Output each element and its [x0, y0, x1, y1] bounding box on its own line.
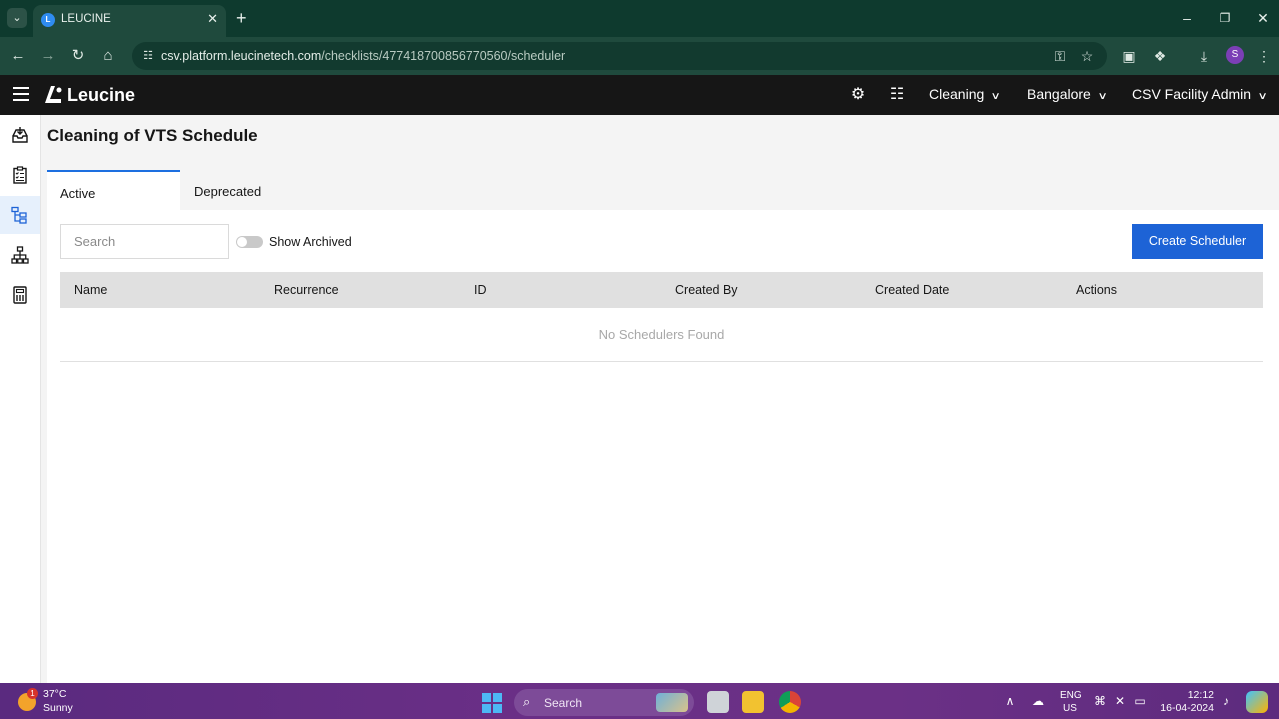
bookmark-star-icon[interactable]: ☆ [1078, 47, 1096, 65]
clock-time: 12:12 [1187, 689, 1214, 701]
column-header-name: Name [74, 283, 108, 297]
settings-gear-icon[interactable]: ⚙ [848, 85, 868, 105]
battery-icon[interactable]: ▭ [1132, 691, 1148, 711]
column-header-actions: Actions [1076, 283, 1117, 297]
minimize-icon[interactable]: – [1177, 8, 1197, 28]
browser-menu-icon[interactable]: ⋮ [1253, 45, 1275, 67]
facility-label: Bangalore [1027, 86, 1091, 102]
leucine-logo-icon [45, 86, 62, 103]
qr-scan-icon[interactable]: ☷ [887, 85, 907, 105]
tab-search-chevron-icon[interactable]: ⌄ [7, 8, 27, 28]
table-empty-row: No Schedulers Found [60, 308, 1263, 362]
extensions-puzzle-icon[interactable]: ❖ [1149, 45, 1171, 67]
browser-toolbar: ← → ↻ ⌂ ☷ csv.platform.leucinetech.com/c… [0, 37, 1279, 75]
reload-icon[interactable]: ↻ [67, 45, 89, 67]
window-close-icon[interactable]: ✕ [1253, 8, 1273, 28]
system-clock[interactable]: 12:12 16-04-2024 [1160, 689, 1214, 715]
checklist-icon [13, 166, 27, 184]
chevron-down-icon: ∨ [1097, 91, 1108, 102]
empty-state-text: No Schedulers Found [598, 327, 725, 342]
main-content: Cleaning of VTS Schedule Active Deprecat… [41, 115, 1279, 683]
url-host: csv.platform.leucinetech.com [161, 49, 322, 63]
task-view-icon[interactable] [707, 691, 729, 713]
back-arrow-icon[interactable]: ← [7, 45, 29, 67]
reports-icon [13, 286, 27, 304]
file-explorer-icon[interactable] [742, 691, 764, 713]
search-highlight-image [656, 693, 688, 712]
column-header-recurrence: Recurrence [274, 283, 339, 297]
tab-active[interactable]: Active [47, 170, 180, 210]
inbox-icon [12, 127, 28, 143]
column-header-created-by: Created By [675, 283, 738, 297]
schedulers-table: Name Recurrence ID Created By Created Da… [60, 272, 1263, 362]
sidebar-item-ontology[interactable] [0, 196, 40, 234]
tab-title: LEUCINE [61, 13, 111, 25]
hamburger-menu-icon[interactable] [13, 87, 29, 101]
page-title: Cleaning of VTS Schedule [47, 126, 258, 145]
left-sidebar [0, 115, 41, 683]
user-role-dropdown[interactable]: CSV Facility Admin ∨ [1132, 86, 1268, 102]
search-field[interactable] [60, 224, 229, 259]
leucine-favicon-icon: L [41, 13, 55, 27]
site-info-icon[interactable]: ☷ [140, 48, 156, 64]
profile-avatar[interactable]: S [1226, 46, 1244, 64]
taskbar-search[interactable]: ⌕ Search [514, 689, 694, 716]
clock-date: 16-04-2024 [1160, 702, 1214, 714]
toggle-knob [237, 237, 247, 247]
volume-muted-icon[interactable]: ✕ [1112, 691, 1128, 711]
use-case-label: Cleaning [929, 86, 985, 102]
home-icon[interactable]: ⌂ [97, 45, 119, 67]
search-input[interactable] [61, 225, 228, 258]
browser-tab[interactable]: L LEUCINE ✕ [33, 5, 226, 37]
sidebar-item-inbox[interactable] [0, 116, 40, 154]
use-case-dropdown[interactable]: Cleaning ∨ [929, 86, 1002, 102]
weather-description[interactable]: Sunny [43, 702, 73, 714]
scheduler-panel: Show Archived Create Scheduler Name Recu… [47, 210, 1279, 683]
browser-tab-bar: ⌄ L LEUCINE ✕ + – ❐ ✕ [0, 0, 1279, 37]
language-indicator[interactable]: ENG US [1060, 689, 1082, 715]
column-header-id: ID [474, 283, 487, 297]
language-code: ENG [1060, 690, 1082, 701]
weather-temperature[interactable]: 37°C [43, 688, 66, 700]
url-path: /checklists/477418700856770560/scheduler [321, 49, 566, 63]
app-header: Leucine ⚙ ☷ Cleaning ∨ Bangalore ∨ CSV Fac… [0, 75, 1279, 115]
table-header: Name Recurrence ID Created By Created Da… [60, 272, 1263, 308]
onedrive-cloud-icon[interactable]: ☁ [1028, 691, 1048, 711]
region-code: US [1063, 703, 1077, 714]
column-header-created-date: Created Date [875, 283, 950, 297]
chevron-down-icon: ∨ [1257, 91, 1268, 102]
sidebar-item-hierarchy[interactable] [0, 236, 40, 274]
password-key-icon[interactable]: ⚿ [1051, 47, 1069, 65]
search-icon: ⌕ [523, 694, 531, 709]
create-scheduler-button[interactable]: Create Scheduler [1132, 224, 1263, 259]
tab-close-icon[interactable]: ✕ [207, 11, 218, 27]
downloads-icon[interactable]: ⤓ [1193, 45, 1215, 67]
hierarchy-icon [11, 246, 29, 264]
new-tab-plus-icon[interactable]: + [236, 8, 247, 28]
facility-dropdown[interactable]: Bangalore ∨ [1027, 86, 1108, 102]
address-bar[interactable]: ☷ csv.platform.leucinetech.com/checklist… [132, 42, 1107, 70]
copilot-icon[interactable] [1246, 691, 1268, 713]
sidebar-item-reports[interactable] [0, 276, 40, 314]
user-role-label: CSV Facility Admin [1132, 86, 1252, 102]
chevron-down-icon: ∨ [990, 91, 1002, 102]
windows-start-icon[interactable] [482, 693, 502, 713]
chrome-icon[interactable] [779, 691, 801, 713]
weather-badge: 1 [27, 688, 38, 699]
sidebar-item-checklists[interactable] [0, 156, 40, 194]
show-archived-toggle[interactable] [236, 236, 263, 248]
forward-arrow-icon[interactable]: → [37, 45, 59, 67]
taskbar-search-label: Search [544, 696, 583, 710]
screenshot-camera-icon[interactable]: ▣ [1118, 45, 1140, 67]
url-text: csv.platform.leucinetech.com/checklists/… [161, 49, 565, 63]
os-taskbar: 1 37°C Sunny ⌕ Search ∧ ☁ ENG US ⌘ ✕ ▭ 1… [0, 683, 1279, 719]
show-archived-label: Show Archived [269, 235, 352, 249]
notification-bell-icon[interactable]: ♪ [1218, 691, 1234, 711]
tray-overflow-chevron-icon[interactable]: ∧ [1002, 691, 1018, 711]
wifi-icon[interactable]: ⌘ [1092, 691, 1108, 711]
tab-deprecated[interactable]: Deprecated [181, 170, 281, 210]
restore-icon[interactable]: ❐ [1215, 8, 1235, 28]
brand-name: Leucine [67, 85, 136, 105]
ontology-icon [11, 206, 27, 224]
